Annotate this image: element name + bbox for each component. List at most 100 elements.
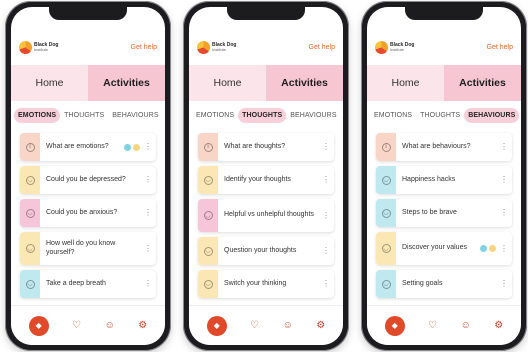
more-icon[interactable]: ⋮ — [321, 211, 331, 220]
subtab-behaviours[interactable]: BEHAVIOURS — [464, 107, 520, 123]
subtab-emotions[interactable]: EMOTIONS — [370, 108, 416, 123]
list-item[interactable]: ◡ Discover your values ⋮ — [376, 232, 512, 265]
home-nav-icon[interactable]: ◆ — [384, 315, 405, 336]
smile-icon: ◡ — [381, 208, 391, 218]
subtab-thoughts[interactable]: THOUGHTS — [60, 108, 108, 123]
heart-icon[interactable]: ♡ — [428, 320, 437, 331]
more-icon[interactable]: ⋮ — [321, 247, 331, 255]
subtab-emotions[interactable]: EMOTIONS — [192, 108, 238, 123]
more-icon[interactable]: ⋮ — [143, 176, 153, 184]
item-color-block: ◡ — [198, 166, 218, 194]
list-item[interactable]: i What are thoughts? ⋮ — [198, 133, 334, 161]
get-help-link[interactable]: Get help — [309, 44, 335, 51]
bottom-nav: ◆ ♡ ☺ ⚙ — [367, 305, 521, 345]
subtabs: EMOTIONS THOUGHTS BEHAVIOURS — [11, 105, 165, 125]
more-icon[interactable]: ⋮ — [321, 280, 331, 288]
smile-icon: ◡ — [203, 279, 213, 289]
get-help-link[interactable]: Get help — [487, 44, 513, 51]
item-color-block: ◡ — [20, 232, 40, 265]
phone-behaviours: Black Dog Institute Get help Home Activi… — [361, 1, 527, 351]
smile-nav-icon[interactable]: ☺ — [105, 320, 115, 331]
tab-home[interactable]: Home — [11, 65, 88, 101]
progress-badge-icon — [480, 245, 487, 252]
subtab-thoughts[interactable]: THOUGHTS — [416, 108, 464, 123]
topbar: Black Dog Institute Get help — [197, 37, 335, 57]
activity-list: i What are thoughts? ⋮ ◡ Identify your t… — [198, 133, 334, 298]
list-item[interactable]: ◡ Helpful vs unhelpful thoughts ⋮ — [198, 199, 334, 232]
heart-icon[interactable]: ♡ — [250, 320, 259, 331]
list-item[interactable]: i What are behaviours? ⋮ — [376, 133, 512, 161]
more-icon[interactable]: ⋮ — [499, 209, 509, 217]
topbar: Black Dog Institute Get help — [19, 37, 157, 57]
home-nav-icon[interactable]: ◆ — [28, 315, 49, 336]
list-item[interactable]: ◡ Take a deep breath ⋮ — [20, 270, 156, 298]
list-item[interactable]: ◡ Question your thoughts ⋮ — [198, 237, 334, 265]
info-icon: i — [25, 142, 35, 152]
bottom-nav: ◆ ♡ ☺ ⚙ — [189, 305, 343, 345]
heart-icon[interactable]: ♡ — [72, 320, 81, 331]
item-color-block: i — [376, 133, 396, 161]
phone-thoughts: Black Dog Institute Get help Home Activi… — [183, 1, 349, 351]
list-item[interactable]: ◡ Steps to be brave ⋮ — [376, 199, 512, 227]
item-label: What are emotions? — [46, 142, 109, 150]
more-icon[interactable]: ⋮ — [143, 280, 153, 288]
bottom-nav: ◆ ♡ ☺ ⚙ — [11, 305, 165, 345]
list-item[interactable]: ◡ Could you be depressed? ⋮ — [20, 166, 156, 194]
notch — [405, 7, 483, 20]
item-label: Question your thoughts — [224, 246, 297, 254]
list-item[interactable]: ◡ How well do you know yourself? ⋮ — [20, 232, 156, 265]
item-label: Could you be anxious? — [46, 208, 118, 216]
subtab-emotions[interactable]: EMOTIONS — [14, 107, 61, 123]
tab-activities[interactable]: Activities — [444, 65, 521, 101]
notch — [227, 7, 305, 20]
list-item[interactable]: ◡ Setting goals ⋮ — [376, 270, 512, 298]
list-item[interactable]: ◡ Switch your thinking ⋮ — [198, 270, 334, 298]
more-icon[interactable]: ⋮ — [499, 143, 509, 151]
logo-subtitle: Institute — [34, 46, 49, 52]
badges — [124, 143, 140, 151]
more-icon[interactable]: ⋮ — [499, 280, 509, 288]
item-label: Discover your values — [402, 244, 467, 252]
list-item[interactable]: ◡ Could you be anxious? ⋮ — [20, 199, 156, 227]
home-nav-icon[interactable]: ◆ — [206, 315, 227, 336]
info-icon: i — [203, 142, 213, 152]
get-help-link[interactable]: Get help — [131, 44, 157, 51]
item-color-block: ◡ — [198, 237, 218, 265]
item-label: Identify your thoughts — [224, 175, 291, 183]
more-icon[interactable]: ⋮ — [499, 176, 509, 184]
subtab-behaviours[interactable]: BEHAVIOURS — [286, 108, 340, 123]
list-item[interactable]: i What are emotions? ⋮ — [20, 133, 156, 161]
subtab-behaviours[interactable]: BEHAVIOURS — [108, 108, 162, 123]
more-icon[interactable]: ⋮ — [321, 176, 331, 184]
main-tabs: Home Activities — [367, 65, 521, 101]
smile-nav-icon[interactable]: ☺ — [283, 320, 293, 331]
more-icon[interactable]: ⋮ — [143, 209, 153, 217]
subtab-thoughts[interactable]: THOUGHTS — [238, 107, 287, 123]
settings-sliders-icon[interactable]: ⚙ — [494, 320, 503, 331]
tab-home[interactable]: Home — [367, 65, 444, 101]
logo-subtitle: Institute — [212, 46, 227, 52]
more-icon[interactable]: ⋮ — [499, 244, 509, 253]
more-icon[interactable]: ⋮ — [321, 143, 331, 151]
settings-sliders-icon[interactable]: ⚙ — [138, 320, 147, 331]
item-color-block: ◡ — [198, 199, 218, 232]
item-label: Take a deep breath — [46, 279, 106, 287]
tab-activities[interactable]: Activities — [266, 65, 343, 101]
item-label: What are thoughts? — [224, 142, 286, 150]
list-item[interactable]: ◡ Happiness hacks ⋮ — [376, 166, 512, 194]
list-item[interactable]: ◡ Identify your thoughts ⋮ — [198, 166, 334, 194]
more-icon[interactable]: ⋮ — [143, 143, 153, 151]
smile-icon: ◡ — [381, 244, 391, 253]
tab-activities[interactable]: Activities — [88, 65, 165, 101]
item-label: How well do you know yourself? — [46, 239, 116, 256]
smile-icon: ◡ — [25, 208, 35, 218]
item-color-block: ◡ — [376, 270, 396, 298]
settings-sliders-icon[interactable]: ⚙ — [316, 320, 325, 331]
progress-badge-icon — [124, 143, 131, 151]
more-icon[interactable]: ⋮ — [143, 244, 153, 253]
smile-icon: ◡ — [381, 175, 391, 185]
item-color-block: i — [198, 133, 218, 161]
tab-home[interactable]: Home — [189, 65, 266, 101]
smile-nav-icon[interactable]: ☺ — [461, 320, 471, 331]
screen: Black Dog Institute Get help Home Activi… — [11, 7, 165, 345]
